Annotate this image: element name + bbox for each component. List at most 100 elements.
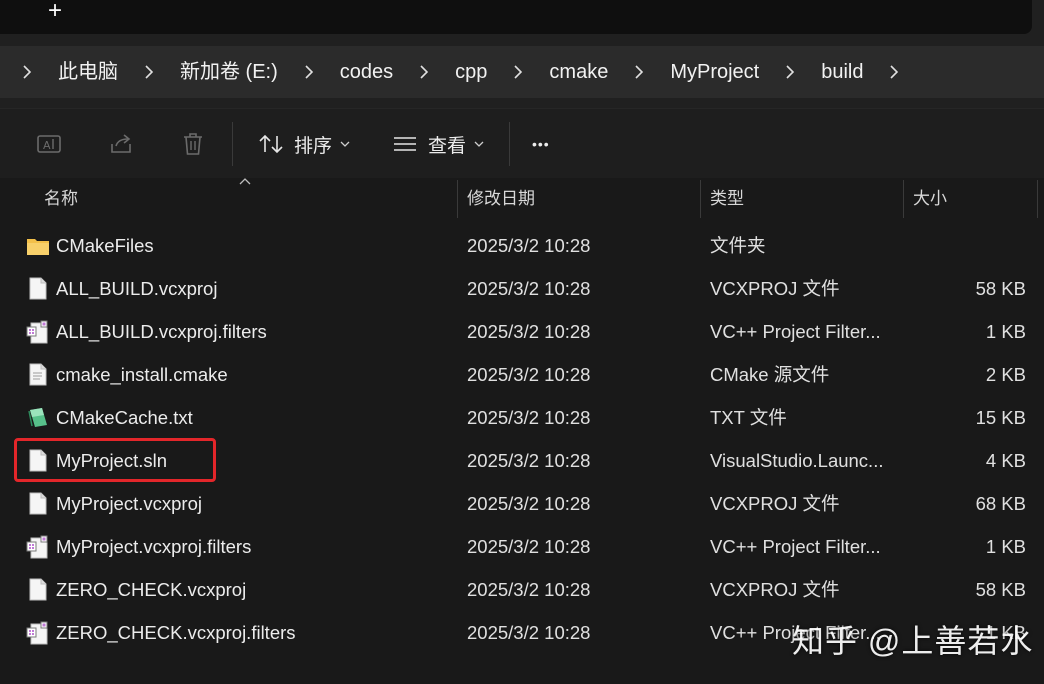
file-modified-date: 2025/3/2 10:28 <box>467 364 591 385</box>
rename-icon: A <box>34 129 64 159</box>
file-row[interactable]: ZERO_CHECK.vcxproj 2025/3/2 10:28 VCXPROJ … <box>0 568 1044 611</box>
breadcrumb: 此电脑 新加卷 (E:) codes cpp cmake MyProject build <box>0 57 909 87</box>
file-row[interactable]: cmake_install.cmake 2025/3/2 10:28 CMake 源… <box>0 353 1044 396</box>
file-icon <box>24 267 52 310</box>
file-type: VCXPROJ 文件 <box>710 579 840 600</box>
file-size: 2 KB <box>985 364 1026 385</box>
file-type: CMake 源文件 <box>710 364 830 385</box>
file-name: CMakeCache.txt <box>56 407 193 428</box>
share-button[interactable] <box>106 127 136 161</box>
column-header-date[interactable]: 修改日期 <box>459 178 699 222</box>
chevron-right-icon[interactable] <box>624 57 654 87</box>
chevron-right-icon[interactable] <box>503 57 533 87</box>
breadcrumb-item[interactable]: cpp <box>439 57 503 87</box>
new-tab-button[interactable]: + <box>44 0 66 23</box>
chevron-right-icon[interactable] <box>134 57 164 87</box>
chevron-right-icon[interactable] <box>775 57 805 87</box>
column-divider[interactable] <box>457 180 458 218</box>
file-row[interactable]: CMakeCache.txt 2025/3/2 10:28 TXT 文件 15 KB <box>0 396 1044 439</box>
file-row[interactable]: ALL_BUILD.vcxproj.filters 2025/3/2 10:28 V… <box>0 310 1044 353</box>
sort-label: 排序 <box>294 135 333 157</box>
file-size: 1 KB <box>985 536 1026 557</box>
breadcrumb-item[interactable]: cmake <box>533 57 624 87</box>
folder-icon <box>24 224 52 267</box>
view-label: 查看 <box>428 135 467 157</box>
column-header-type[interactable]: 类型 <box>702 178 902 222</box>
chevron-down-icon <box>474 141 484 147</box>
file-size: 15 KB <box>975 407 1026 428</box>
column-divider[interactable] <box>700 180 701 218</box>
file-modified-date: 2025/3/2 10:28 <box>467 536 591 557</box>
file-name: ALL_BUILD.vcxproj.filters <box>56 321 267 342</box>
column-divider[interactable] <box>903 180 904 218</box>
file-rows: CMakeFiles 2025/3/2 10:28 文件夹 ALL_BUILD.vcx… <box>0 224 1044 654</box>
file-name: ZERO_CHECK.vcxproj <box>56 579 247 600</box>
file-type: VCXPROJ 文件 <box>710 493 840 514</box>
file-icon <box>24 439 52 482</box>
file-row[interactable]: MyProject.sln 2025/3/2 10:28 VisualStudio.… <box>0 439 1044 482</box>
breadcrumb-item[interactable]: 新加卷 (E:) <box>164 57 294 87</box>
more-options-button[interactable]: ••• <box>532 127 550 161</box>
filters-file-icon <box>24 310 52 353</box>
file-name: MyProject.sln <box>56 450 168 471</box>
chevron-right-icon[interactable] <box>879 57 909 87</box>
file-size: 58 KB <box>975 278 1026 299</box>
file-name: MyProject.vcxproj <box>56 493 202 514</box>
file-name: CMakeFiles <box>56 235 154 256</box>
file-size: 58 KB <box>975 579 1026 600</box>
breadcrumb-item[interactable]: codes <box>324 57 409 87</box>
active-tab[interactable] <box>0 0 1032 34</box>
file-modified-date: 2025/3/2 10:28 <box>467 493 591 514</box>
more-icon: ••• <box>532 136 550 152</box>
breadcrumb-item[interactable]: 此电脑 <box>42 57 134 87</box>
file-row[interactable]: ALL_BUILD.vcxproj 2025/3/2 10:28 VCXPROJ 文… <box>0 267 1044 310</box>
file-modified-date: 2025/3/2 10:28 <box>467 622 591 643</box>
file-type: 文件夹 <box>710 235 766 256</box>
tab-strip: + <box>0 0 1044 46</box>
file-modified-date: 2025/3/2 10:28 <box>467 278 591 299</box>
svg-text:A: A <box>43 139 51 152</box>
file-list: 名称 修改日期 类型 大小 CMakeFiles 2025/3/2 10:28 文件… <box>0 178 1044 684</box>
file-size: 68 KB <box>975 493 1026 514</box>
file-row[interactable]: CMakeFiles 2025/3/2 10:28 文件夹 <box>0 224 1044 267</box>
file-icon <box>24 482 52 525</box>
file-type: VC++ Project Filter... <box>710 321 881 342</box>
file-type: VC++ Project Filter... <box>710 536 881 557</box>
file-row[interactable]: MyProject.vcxproj 2025/3/2 10:28 VCXPROJ 文… <box>0 482 1044 525</box>
text-file-icon <box>24 353 52 396</box>
file-type: VisualStudio.Launc... <box>710 450 884 471</box>
chevron-down-icon <box>340 141 350 147</box>
column-header-name[interactable]: 名称 <box>36 178 456 222</box>
file-type: VCXPROJ 文件 <box>710 278 840 299</box>
file-size: 1 KB <box>985 321 1026 342</box>
address-bar-divider <box>0 98 1044 108</box>
chevron-right-icon[interactable] <box>409 57 439 87</box>
filters-file-icon <box>24 611 52 654</box>
breadcrumb-item[interactable]: build <box>805 57 879 87</box>
notepad-file-icon <box>24 396 52 439</box>
file-icon <box>24 568 52 611</box>
file-type: TXT 文件 <box>710 407 787 428</box>
file-name: MyProject.vcxproj.filters <box>56 536 252 557</box>
column-divider[interactable] <box>1037 180 1038 218</box>
file-modified-date: 2025/3/2 10:28 <box>467 407 591 428</box>
watermark: 知乎 @上善若水 <box>792 623 1034 659</box>
file-row[interactable]: MyProject.vcxproj.filters 2025/3/2 10:28 V… <box>0 525 1044 568</box>
breadcrumb-item[interactable]: MyProject <box>654 57 775 87</box>
address-bar[interactable]: 此电脑 新加卷 (E:) codes cpp cmake MyProject build <box>0 46 1044 98</box>
delete-button[interactable] <box>178 127 208 161</box>
toolbar-separator <box>232 122 233 166</box>
view-list-icon <box>390 129 420 159</box>
view-button[interactable]: 查看 <box>390 127 484 161</box>
sort-button[interactable]: 排序 <box>256 127 350 161</box>
rename-button[interactable]: A <box>34 127 64 161</box>
share-icon <box>106 129 136 159</box>
chevron-right-icon[interactable] <box>294 57 324 87</box>
chevron-right-icon[interactable] <box>12 57 42 87</box>
file-modified-date: 2025/3/2 10:28 <box>467 579 591 600</box>
sort-icon <box>256 129 286 159</box>
column-header-row: 名称 修改日期 类型 大小 <box>0 178 1044 222</box>
file-name: ZERO_CHECK.vcxproj.filters <box>56 622 296 643</box>
column-header-size[interactable]: 大小 <box>905 178 1035 222</box>
trash-icon <box>178 129 208 159</box>
